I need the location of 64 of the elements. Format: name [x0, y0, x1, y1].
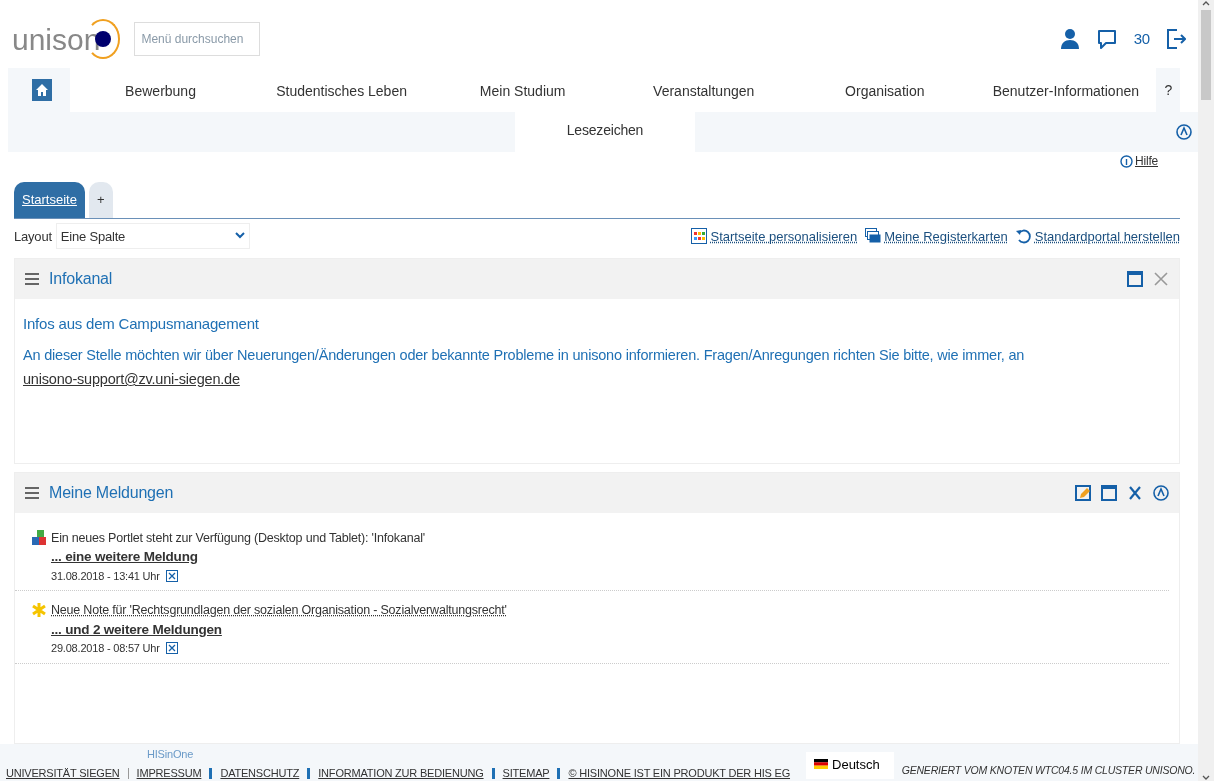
- action-link[interactable]: Startseite personalisieren: [691, 226, 858, 246]
- info-heading: Infos aus dem Campusmanagement: [23, 313, 260, 334]
- maximize-icon[interactable]: [1101, 484, 1117, 501]
- stacked-cards-icon: [865, 228, 882, 245]
- layout-label: Layout: [14, 227, 52, 246]
- message-date: 29.08.2018 - 08:57 Uhr: [51, 641, 160, 657]
- info-text: An dieser Stelle möchten wir über Neuerungen/Änderungen oder bekannte Probleme in unisono informieren. Fragen/Anregungen richten Sie bitte, wie immer, an unisono-support@zv.uni-siegen.de: [23, 346, 1026, 390]
- bookmarks-menu[interactable]: Lesezeichen: [515, 112, 695, 153]
- collapse-icon[interactable]: [1176, 124, 1192, 141]
- footer-link[interactable]: DATENSCHUTZ: [209, 768, 308, 779]
- nav-menu-item[interactable]: Studentisches Leben: [251, 68, 433, 113]
- help-link[interactable]: Hilfe: [1135, 152, 1158, 171]
- speech-bubble-icon[interactable]: [1095, 28, 1118, 51]
- menu-icon[interactable]: [25, 486, 39, 499]
- action-link[interactable]: Standardportal herstellen: [1015, 226, 1180, 246]
- menu-icon[interactable]: [25, 272, 39, 285]
- footer-link[interactable]: INFORMATION ZUR BEDIENUNG: [307, 768, 492, 779]
- message-link[interactable]: Neue Note für 'Rechtsgrundlagen der sozialen Organisation - Sozialverwaltungsrecht': [51, 601, 507, 620]
- close-icon[interactable]: [1127, 484, 1143, 501]
- nav-menu-item[interactable]: Bewerbung: [70, 68, 252, 113]
- footer-link[interactable]: SITEMAP: [491, 768, 558, 779]
- tab[interactable]: +: [88, 182, 113, 218]
- tab[interactable]: Startseite: [14, 182, 85, 218]
- footer-link[interactable]: IMPRESSUM: [127, 768, 210, 779]
- brand-text: HISinOne: [147, 746, 194, 762]
- footer-link[interactable]: UNIVERSITÄT SIEGEN: [6, 768, 128, 779]
- nav-menu-item[interactable]: Benutzer-Informationen: [975, 68, 1157, 113]
- collapse-icon[interactable]: [1153, 484, 1169, 501]
- help-menu[interactable]: ?: [1156, 80, 1180, 101]
- search-field[interactable]: Menü durchsuchen: [134, 22, 261, 57]
- nav-menu-item[interactable]: Organisation: [794, 68, 976, 113]
- message-text: Ein neues Portlet steht zur Verfügung (Desktop und Tablet): 'Infokanal': [51, 529, 425, 547]
- footer-link[interactable]: © HISINONE IST EIN PRODUKT DER HIS EG: [557, 768, 798, 779]
- chevron-down-icon: [234, 232, 245, 241]
- message-date: 31.08.2018 - 13:41 Uhr: [51, 568, 160, 584]
- layout-select[interactable]: Eine Spalte: [55, 223, 250, 250]
- close-icon[interactable]: [1153, 270, 1169, 287]
- dismiss-icon[interactable]: [165, 569, 178, 582]
- edit-icon[interactable]: [1075, 484, 1091, 501]
- maximize-icon[interactable]: [1127, 270, 1143, 287]
- logo[interactable]: unison: [12, 16, 121, 62]
- generated-note: GENERIERT VOM KNOTEN WTC04.5 IM CLUSTER UNISONO.: [901, 763, 1196, 779]
- cubes-icon: [31, 529, 47, 546]
- portlet-title: Meine Meldungen: [49, 482, 174, 503]
- home-icon: [36, 84, 48, 97]
- asterisk-icon: [31, 602, 47, 619]
- more-messages-link[interactable]: ... und 2 weitere Meldungen: [51, 619, 222, 641]
- more-messages-link[interactable]: ... eine weitere Meldung: [51, 547, 198, 568]
- reset-arrow-icon: [1015, 228, 1032, 245]
- grid-icon: [691, 228, 708, 245]
- action-link[interactable]: Meine Registerkarten: [865, 226, 1008, 246]
- dismiss-icon[interactable]: [165, 642, 178, 655]
- flag-icon: [814, 759, 828, 770]
- user-icon[interactable]: [1059, 28, 1080, 51]
- home-button[interactable]: [32, 79, 52, 102]
- nav-menu-item[interactable]: Mein Studium: [432, 68, 614, 113]
- info-icon: [1120, 155, 1133, 168]
- scrollbar-thumb[interactable]: [1201, 10, 1211, 100]
- nav-menu-item[interactable]: Veranstaltungen: [613, 68, 795, 113]
- email-link[interactable]: unisono-support@zv.uni-siegen.de: [23, 371, 240, 388]
- message-count[interactable]: 30: [1133, 28, 1150, 51]
- logout-icon[interactable]: [1166, 28, 1186, 51]
- language-button[interactable]: Deutsch: [806, 751, 894, 779]
- portlet-title: Infokanal: [49, 268, 113, 289]
